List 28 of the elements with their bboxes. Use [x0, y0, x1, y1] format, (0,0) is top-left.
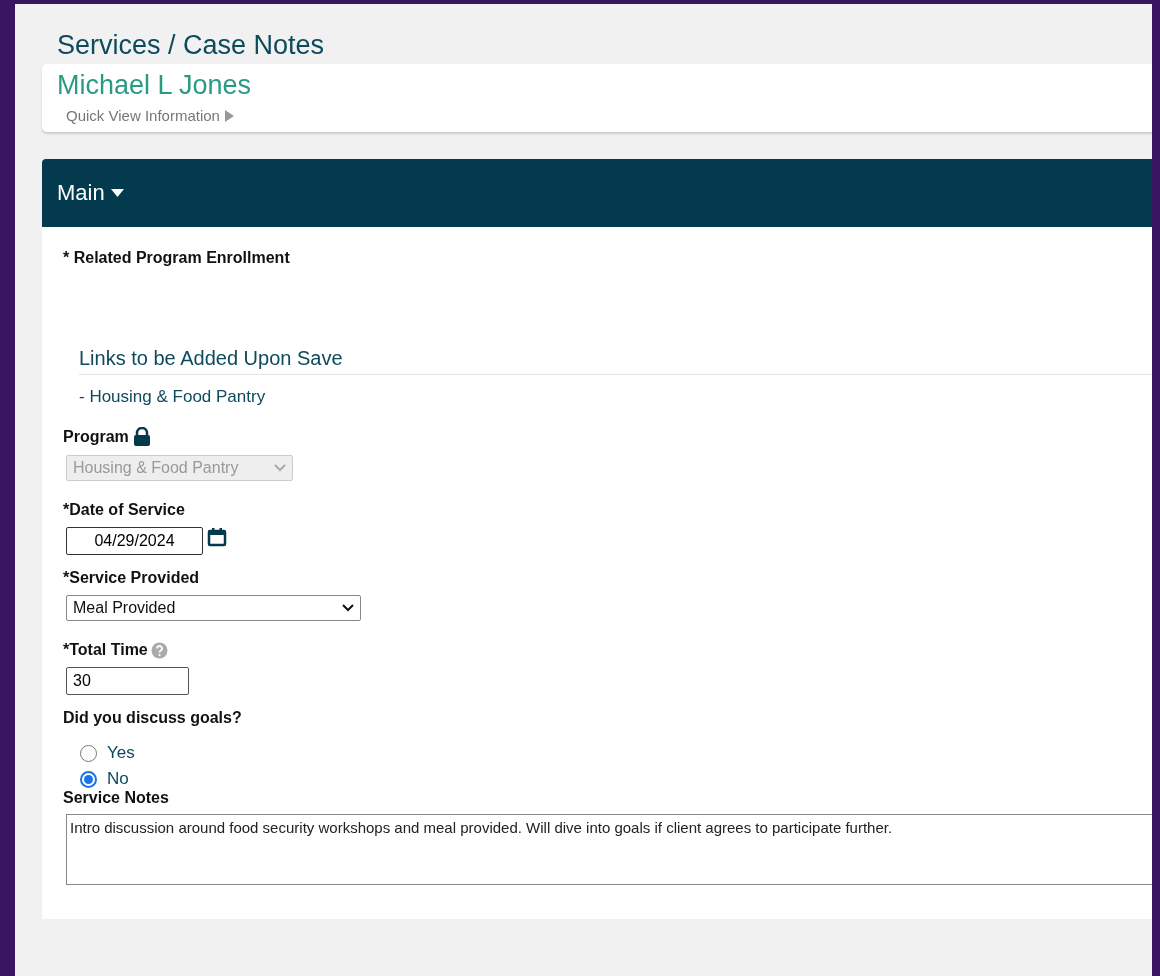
link-item: - Housing & Food Pantry	[79, 387, 267, 407]
field-label: *Total Time	[63, 641, 148, 659]
radio-label[interactable]: Yes	[107, 743, 135, 763]
help-icon	[150, 641, 168, 659]
links-heading: Links to be Added Upon Save	[79, 347, 1152, 375]
field-label: Service Notes	[63, 789, 169, 807]
calendar-icon	[207, 527, 227, 547]
section-toggle[interactable]: Main	[57, 180, 124, 206]
chevron-down-icon	[342, 604, 354, 612]
notes-field[interactable]: Intro discussion around food security workshops and meal provided. Will dive into goals if client agrees to participate further.	[66, 814, 1152, 885]
client-name: Michael L Jones	[57, 70, 252, 101]
field-label: * Related Program Enrollment	[63, 249, 290, 267]
quick-view-link[interactable]: Quick View Information	[66, 107, 220, 124]
field-label: *Service Provided	[63, 569, 200, 587]
field-label: Did you discuss goals?	[63, 709, 242, 727]
radio-label[interactable]: No	[107, 769, 129, 789]
chevron-down-icon	[274, 464, 286, 472]
radio-button[interactable]	[80, 770, 97, 788]
field-label: *Date of Service	[63, 501, 185, 519]
lock-icon	[131, 427, 152, 447]
field-label: Program	[63, 428, 129, 446]
page-title: Services / Case Notes	[56, 29, 326, 62]
service-dropdown[interactable]: Meal Provided	[66, 595, 361, 621]
date-field[interactable]: 04/29/2024	[66, 527, 203, 555]
radio-button[interactable]	[80, 744, 97, 762]
caret-icon	[110, 189, 124, 197]
total-time-field[interactable]: 30	[66, 667, 189, 695]
triangle-right-icon	[224, 109, 234, 122]
